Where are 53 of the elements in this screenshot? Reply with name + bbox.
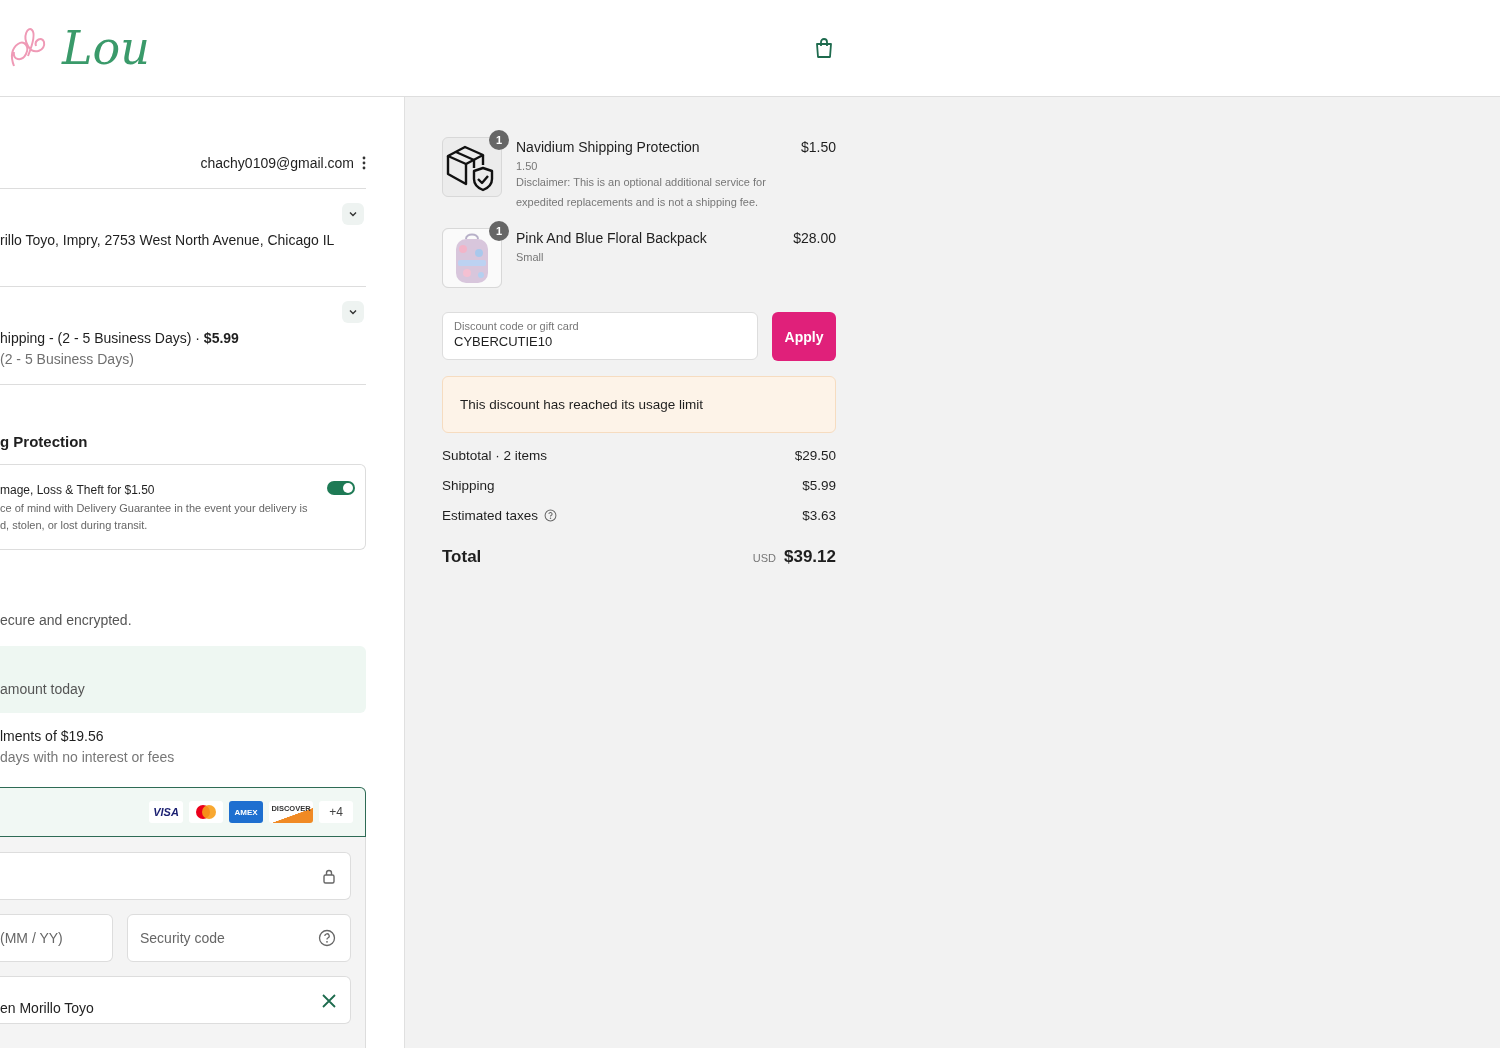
payment-option-panel[interactable]: amount today bbox=[0, 646, 366, 713]
more-icon[interactable] bbox=[362, 155, 366, 170]
product-note: Disclaimer: This is an optional additional service for expedited replacements and is not a shipping fee. bbox=[516, 175, 767, 210]
chevron-button[interactable] bbox=[342, 301, 364, 323]
installments-title: lments of $19.56 bbox=[0, 728, 105, 744]
apply-button[interactable]: Apply bbox=[772, 312, 836, 361]
product-name: Navidium Shipping Protection bbox=[516, 139, 701, 155]
summary-label: Subtotal · 2 items bbox=[442, 448, 548, 463]
total-label: Total bbox=[442, 547, 482, 567]
shipping-method-text: hipping - (2 - 5 Business Days) · $5.99 bbox=[0, 330, 239, 346]
summary-label: Shipping bbox=[442, 478, 495, 493]
logo-text: Lou bbox=[62, 21, 150, 75]
product-variant: Small bbox=[516, 251, 545, 263]
security-note: ecure and encrypted. bbox=[0, 612, 133, 628]
discount-field[interactable]: Discount code or gift card CYBERCUTIE10 bbox=[442, 312, 758, 360]
protection-title: mage, Loss & Theft for $1.50 bbox=[0, 483, 156, 497]
pay-full-text: amount today bbox=[0, 681, 85, 697]
summary-label: Estimated taxes bbox=[442, 508, 539, 523]
amex-logo: AMEX bbox=[229, 801, 263, 823]
summary-value: $29.50 bbox=[794, 448, 836, 463]
alert-text: This discount has reached its usage limit bbox=[460, 397, 704, 412]
lock-icon bbox=[322, 868, 336, 884]
chevron-down-icon bbox=[348, 307, 358, 317]
product-name: Pink And Blue Floral Backpack bbox=[516, 230, 708, 246]
installments-detail: days with no interest or fees bbox=[0, 749, 176, 765]
shipping-detail-text: (2 - 5 Business Days) bbox=[0, 351, 134, 367]
quantity-badge: 1 bbox=[489, 221, 509, 241]
toggle-switch[interactable] bbox=[327, 481, 355, 495]
section-heading: g Protection bbox=[0, 433, 89, 450]
summary-value: $5.99 bbox=[802, 478, 836, 493]
product-variant: 1.50 bbox=[516, 160, 539, 172]
chevron-down-icon bbox=[348, 209, 358, 219]
product-price: $28.00 bbox=[793, 229, 836, 248]
quantity-badge: 1 bbox=[489, 130, 509, 150]
security-code-field[interactable]: Security code bbox=[127, 914, 351, 962]
close-icon[interactable] bbox=[322, 994, 336, 1008]
help-icon bbox=[318, 929, 336, 947]
email-text: chachy0109@gmail.com bbox=[200, 154, 354, 171]
address-text: rillo Toyo, Impry, 2753 West North Avenue, Chicago IL bbox=[0, 232, 335, 248]
card-number-field[interactable] bbox=[0, 852, 351, 900]
expiry-field[interactable]: (MM / YY) bbox=[0, 914, 113, 962]
protection-description: ce of mind with Delivery Guarantee in the event your delivery is d, stolen, or lost during transit. bbox=[0, 501, 309, 533]
total-value: $39.12 bbox=[784, 547, 836, 566]
mastercard-logo bbox=[189, 801, 223, 823]
more-brands-label: +4 bbox=[319, 801, 353, 823]
currency-label: USD bbox=[752, 552, 776, 564]
product-price: $1.50 bbox=[800, 138, 836, 157]
help-icon[interactable] bbox=[544, 509, 558, 522]
chevron-button[interactable] bbox=[342, 203, 364, 225]
visa-logo: VISA bbox=[149, 801, 183, 823]
name-field[interactable]: en Morillo Toyo bbox=[0, 976, 351, 1024]
summary-value: $3.63 bbox=[802, 508, 836, 523]
shopping-bag-icon[interactable] bbox=[814, 37, 834, 59]
